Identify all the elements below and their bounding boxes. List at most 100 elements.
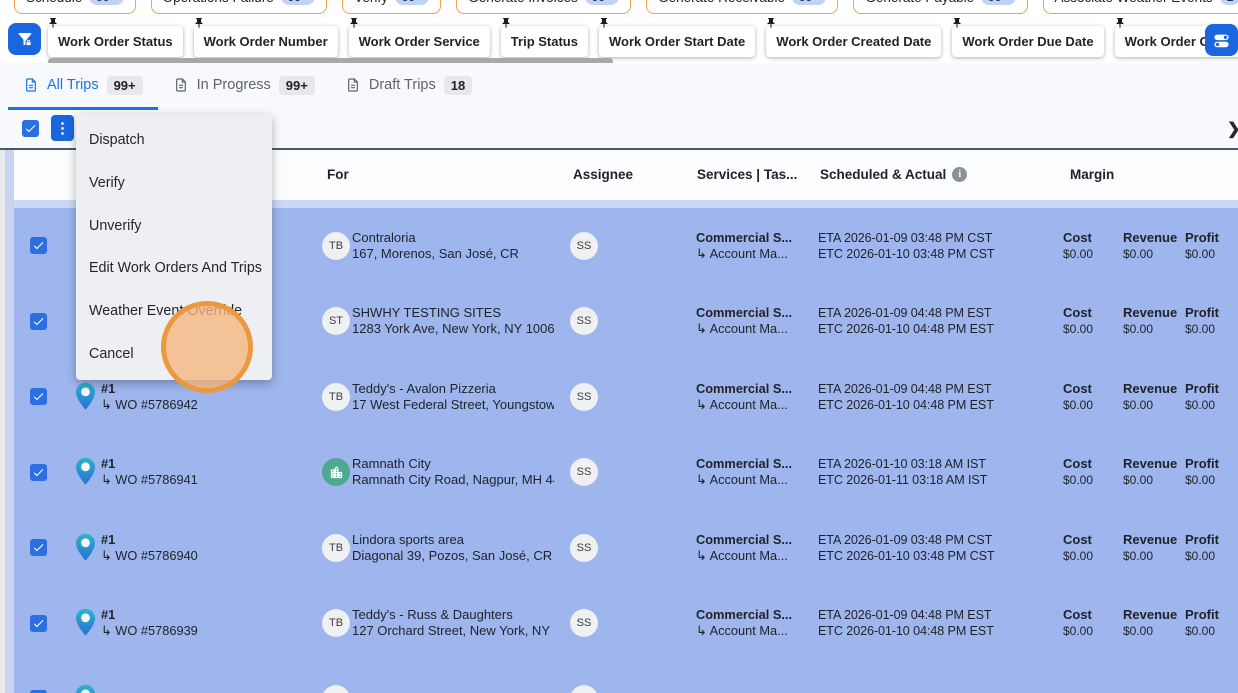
action-button-operations-failure[interactable]: Operations Failure 99+ (150, 0, 328, 14)
cost-value: $0.00 (1063, 548, 1094, 563)
row-checkbox[interactable] (30, 539, 47, 557)
tab-draft-trips[interactable]: Draft Trips 18 (330, 63, 487, 110)
cost-label: Cost (1063, 531, 1092, 547)
customer-avatar (322, 684, 350, 693)
filter-chip-work-order-created-date[interactable]: Work Order Created Date (766, 18, 942, 57)
action-button-label: Generate Payable (865, 0, 974, 5)
location-pin-icon (76, 608, 95, 636)
row-checkbox[interactable] (30, 312, 47, 330)
eta-text: ETA 2026-01-09 04:48 PM EST (818, 306, 992, 321)
service-name: Commercial S... (696, 456, 793, 472)
profit-label: Profit (1185, 531, 1219, 547)
filter-chip-work-order-due-date[interactable]: Work Order Due Date (952, 18, 1104, 57)
row-checkbox[interactable] (30, 463, 47, 481)
cost-label: Cost (1063, 305, 1092, 321)
menu-item-dispatch[interactable]: Dispatch (76, 119, 272, 162)
customer-address: 127 Orchard Street, New York, NY (352, 623, 550, 639)
count-badge: 99+ (584, 0, 620, 5)
customer-name[interactable]: Teddy's - Avalon Pizzeria (352, 381, 554, 397)
filter-chip-work-order-service[interactable]: Work Order Service (348, 18, 490, 57)
filter-chip-work-order-start-date[interactable]: Work Order Start Date (598, 18, 756, 57)
filter-chip-label: Work Order Created Date (776, 34, 932, 49)
action-button-generate-payable[interactable]: Generate Payable 99+ (853, 0, 1028, 14)
filter-save-button[interactable] (8, 23, 41, 55)
action-button-associate-weather-events[interactable]: Associate Weather Events 1 (1042, 0, 1238, 14)
filter-chip-label: Trip Status (510, 34, 578, 49)
service-task: ↳ Account Ma... (696, 547, 788, 563)
info-icon[interactable]: i (952, 167, 968, 182)
action-button-schedule[interactable]: Schedule 99+ (14, 0, 136, 14)
filter-chip-work-order-number[interactable]: Work Order Number (193, 18, 338, 57)
customer-address: Diagonal 39, Pozos, San José, CR (352, 547, 553, 563)
cost-value: $0.00 (1063, 246, 1094, 261)
customer-avatar: ST (322, 307, 350, 336)
row-checkbox[interactable] (30, 614, 47, 632)
pushpin-icon (598, 17, 610, 29)
customer-name[interactable]: Teddy's - Russ & Daughters (352, 607, 554, 623)
row-checkbox[interactable] (30, 388, 47, 406)
action-button-generate-receivable[interactable]: Generate Receivable 99+ (646, 0, 839, 14)
filter-chip-trip-status[interactable]: Trip Status (500, 18, 588, 57)
etc-text: ETC 2026-01-10 04:48 PM EST (818, 322, 994, 337)
trip-number: #1 (101, 456, 116, 472)
tab-all-trips[interactable]: All Trips 99+ (8, 63, 158, 110)
document-icon (173, 77, 189, 93)
revenue-label: Revenue (1123, 456, 1178, 472)
cost-label: Cost (1063, 607, 1092, 623)
menu-item-edit-work-orders-and-trips[interactable]: Edit Work Orders And Trips (76, 247, 272, 290)
customer-name[interactable]: Contraloria (352, 230, 554, 246)
action-button-verify[interactable]: Verify 99+ (342, 0, 442, 14)
assignee-avatar: SS (570, 533, 598, 562)
revenue-label: Revenue (1123, 607, 1178, 623)
cost-value: $0.00 (1063, 397, 1094, 412)
row-checkbox[interactable] (30, 237, 47, 255)
menu-item-label: Edit Work Orders And Trips (89, 260, 262, 277)
column-header-services: Services | Tas... (697, 167, 798, 182)
customer-name[interactable]: Ramnath City (352, 456, 554, 472)
filter-lock-icon (16, 30, 34, 48)
tab-label: In Progress (196, 77, 271, 93)
filter-chips: Work Order Status Work Order Number Work… (48, 18, 1238, 57)
revenue-value: $0.00 (1123, 322, 1154, 337)
etc-text: ETC 2026-01-11 03:18 AM IST (818, 473, 988, 488)
work-order-number[interactable]: ↳ WO #5786940 (101, 548, 198, 564)
click-highlight (161, 301, 253, 393)
profit-label: Profit (1185, 229, 1219, 245)
count-badge: 99+ (981, 0, 1016, 5)
tab-count-badge: 18 (443, 75, 473, 95)
filter-chip-label: Work Order Start Date (608, 34, 746, 49)
service-name: Commercial S... (696, 607, 793, 623)
customer-name[interactable]: Lindora sports area (352, 532, 554, 548)
customer-address: 17 West Federal Street, Youngstown (352, 396, 554, 412)
eta-text: ETA 2026-01-09 04:48 PM EST (818, 608, 992, 623)
pushpin-icon (951, 17, 963, 29)
table-row[interactable]: #1 ↳ WO #5786940 TB Lindora sports area … (14, 510, 1238, 586)
select-all-checkbox[interactable] (22, 120, 39, 137)
menu-item-label: Verify (89, 175, 125, 192)
service-task: ↳ Account Ma... (696, 623, 788, 639)
column-settings-button[interactable] (1205, 24, 1238, 56)
table-row[interactable]: #1 ↳ WO #5786941 Ramnath City Ramnath Ci… (14, 435, 1238, 511)
revenue-value: $0.00 (1123, 397, 1154, 412)
toggles-icon (1212, 31, 1231, 50)
revenue-label: Revenue (1123, 229, 1178, 245)
profit-label: Profit (1185, 607, 1219, 623)
menu-item-unverify[interactable]: Unverify (76, 204, 272, 247)
work-order-number[interactable]: ↳ WO #5786941 (101, 472, 198, 488)
customer-name[interactable]: SHWHY TESTING SITES (352, 305, 554, 321)
filter-chip-label: Work Order Number (203, 34, 328, 49)
chevron-right-icon[interactable]: ❯ (1227, 119, 1238, 139)
tab-in-progress[interactable]: In Progress 99+ (158, 63, 330, 110)
table-row[interactable]: #1 ↳ WO #5786939 TB Teddy's - Russ & Dau… (14, 586, 1238, 662)
revenue-value: $0.00 (1123, 624, 1154, 639)
table-row[interactable]: #1 Teddy's - Lucien Commercial S... ETA … (14, 661, 1238, 693)
column-header-assignee: Assignee (573, 167, 634, 182)
bulk-actions-kebab-button[interactable]: ⋮ (51, 115, 74, 141)
menu-item-verify[interactable]: Verify (76, 162, 272, 205)
tab-count-badge: 99+ (278, 75, 315, 95)
action-button-generate-invoices[interactable]: Generate Invoices 99+ (456, 0, 632, 14)
work-order-number[interactable]: ↳ WO #5786939 (101, 623, 198, 639)
filter-chip-work-order-status[interactable]: Work Order Status (48, 18, 183, 57)
work-order-number[interactable]: ↳ WO #5786942 (101, 397, 198, 413)
document-icon (345, 77, 361, 93)
